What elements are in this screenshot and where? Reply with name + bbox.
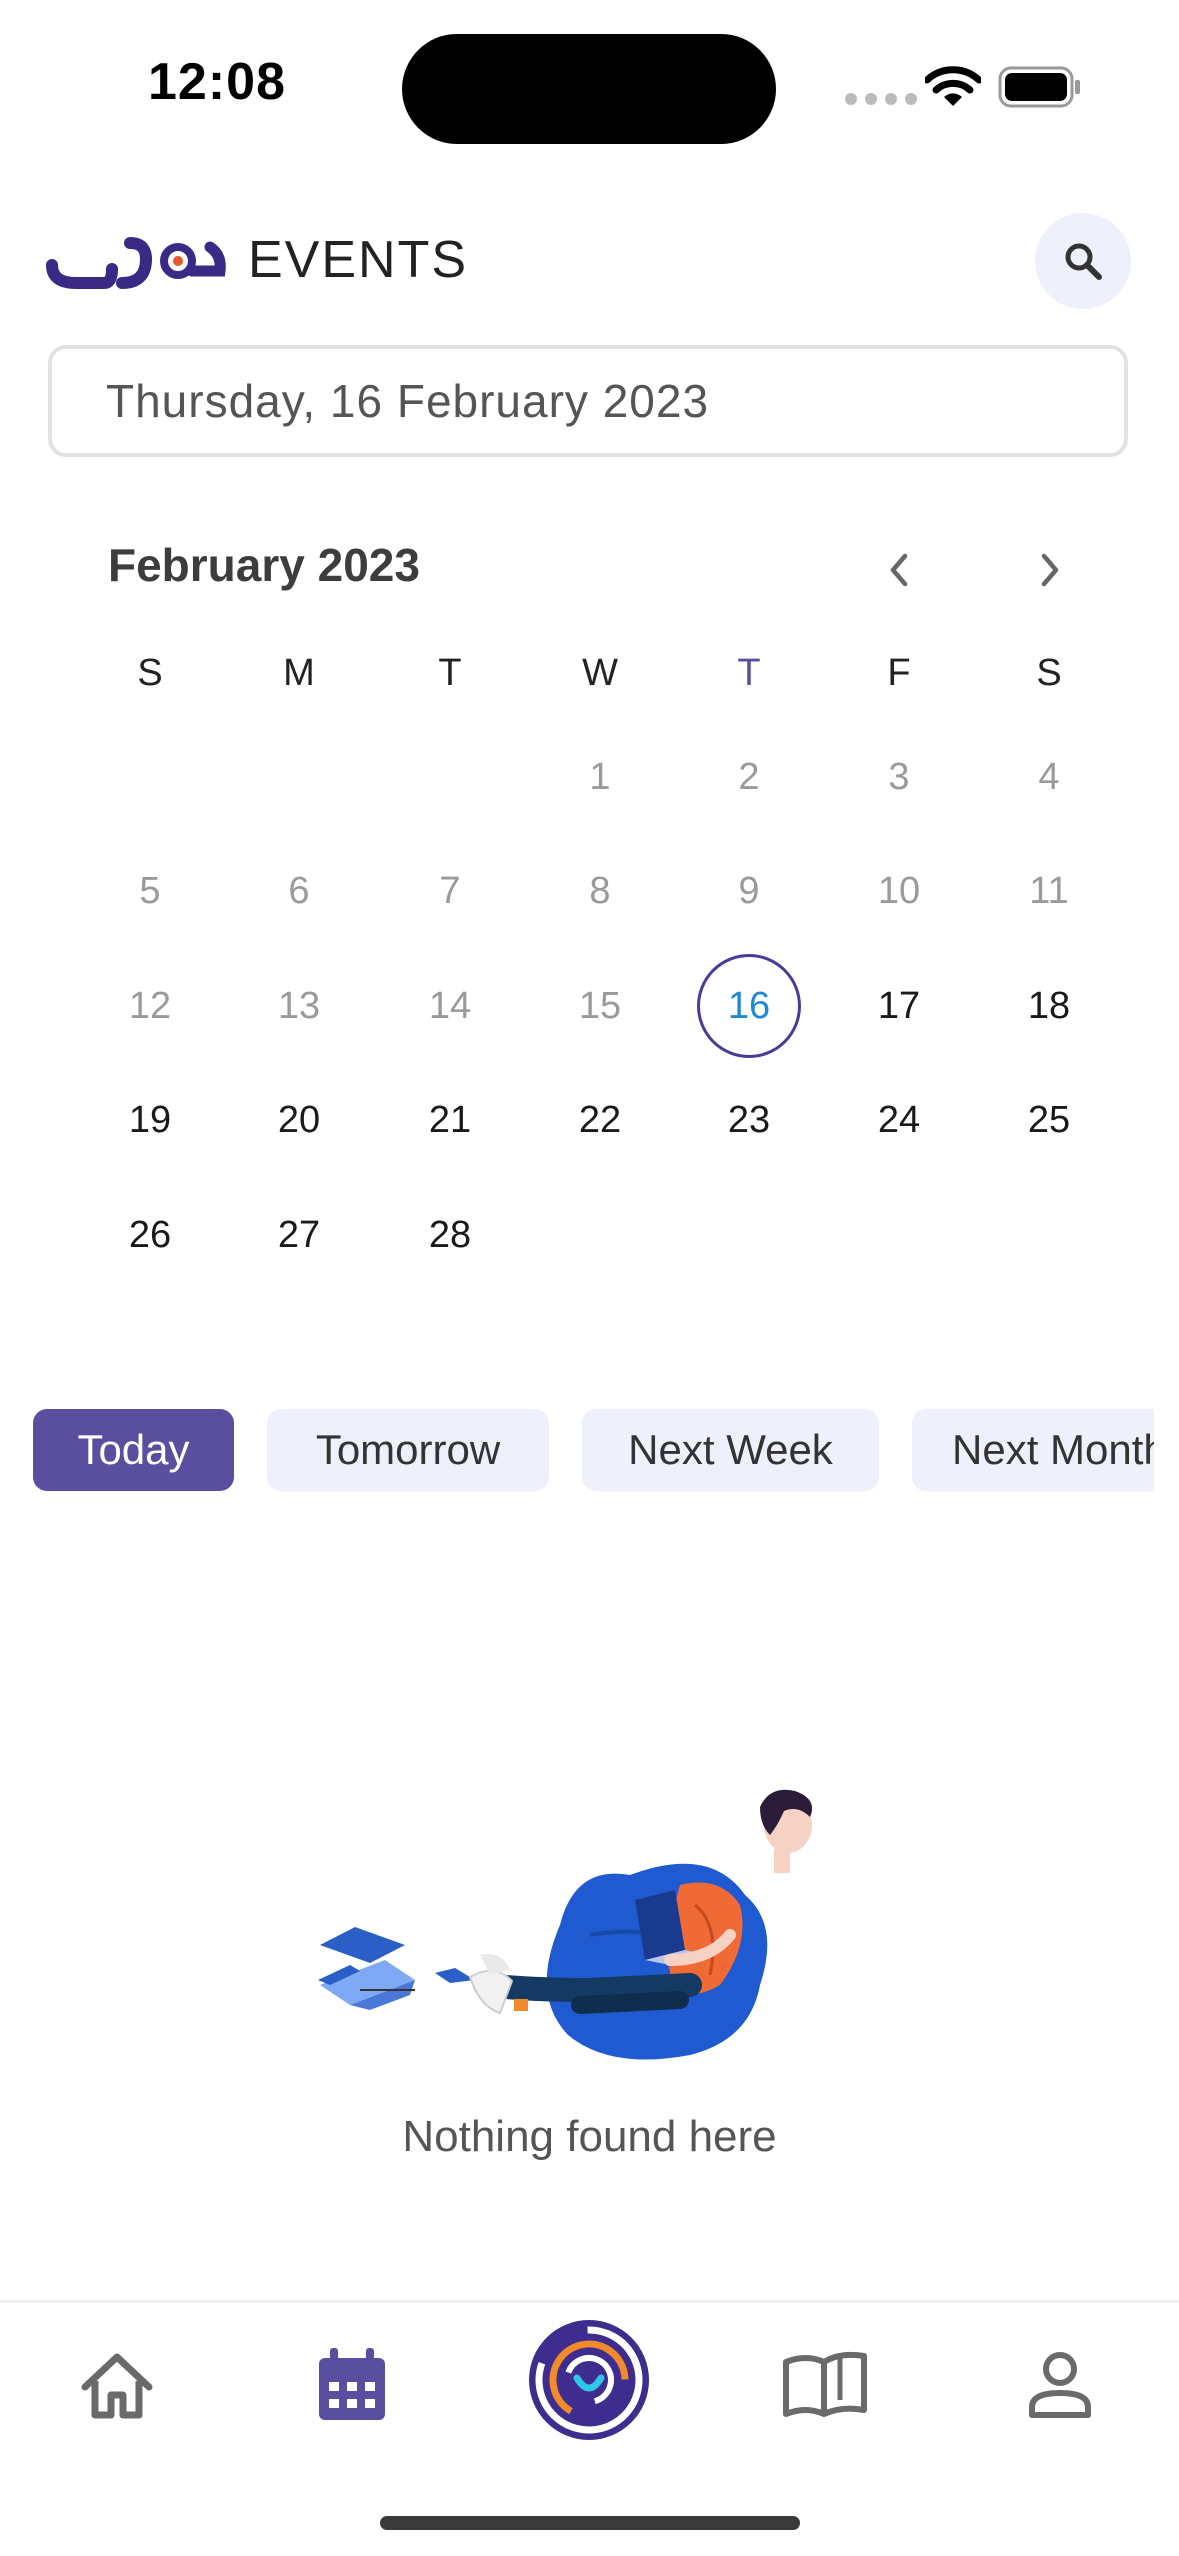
search-button[interactable]	[1035, 213, 1131, 309]
calendar-day: 2	[738, 755, 760, 798]
previous-month-button[interactable]	[864, 535, 934, 605]
next-month-button[interactable]	[1015, 535, 1085, 605]
bottom-nav-divider	[0, 2300, 1179, 2303]
calendar-day: 13	[277, 984, 321, 1027]
wifi-icon	[925, 66, 981, 106]
calendar-day: 9	[738, 869, 760, 912]
calendar-day: 14	[428, 984, 472, 1027]
calendar-day: 5	[139, 869, 161, 912]
weekday-tue: T	[438, 652, 462, 694]
weekday-sat: S	[1036, 652, 1062, 694]
selected-date-field[interactable]: Thursday, 16 February 2023	[48, 345, 1128, 457]
empty-state-illustration	[318, 1789, 813, 2060]
calendar-day: 1	[589, 755, 611, 798]
calendar-day: 6	[288, 869, 310, 912]
calendar-day[interactable]: 20	[247, 1068, 351, 1172]
calendar-day: 7	[439, 869, 461, 912]
calendar-day[interactable]: 27	[247, 1183, 351, 1287]
app-logo-icon	[529, 2320, 649, 2440]
calendar-month-label: February 2023	[108, 539, 420, 591]
calendar-day: 11	[1029, 869, 1069, 912]
filter-chip-next-week[interactable]: Next Week	[582, 1409, 879, 1491]
calendar-day: 10	[877, 869, 921, 912]
nav-profile[interactable]	[1005, 2330, 1115, 2440]
calendar-day[interactable]: 18	[997, 954, 1101, 1058]
calendar-day[interactable]: 19	[98, 1068, 202, 1172]
weekday-sun: S	[137, 652, 163, 694]
calendar-day[interactable]: 26	[98, 1183, 202, 1287]
empty-state-message: Nothing found here	[402, 2112, 777, 2161]
dynamic-island	[402, 34, 776, 144]
chevron-left-icon	[890, 553, 908, 587]
search-icon	[1065, 243, 1102, 280]
home-indicator	[380, 2516, 800, 2530]
calendar-icon	[319, 2348, 385, 2420]
calendar-day: 4	[1038, 755, 1060, 798]
calendar-day-selected[interactable]: 16	[697, 954, 801, 1058]
battery-icon	[998, 66, 1080, 108]
calendar-day: 3	[888, 755, 910, 798]
calendar-day[interactable]: 23	[697, 1068, 801, 1172]
profile-icon	[1029, 2352, 1091, 2418]
nav-library[interactable]	[770, 2330, 880, 2440]
nav-events[interactable]	[297, 2330, 407, 2440]
weekday-wed: W	[582, 652, 618, 694]
chevron-right-icon	[1041, 553, 1059, 587]
home-icon	[81, 2353, 153, 2419]
weekday-mon: M	[283, 652, 315, 694]
weekday-fri: F	[887, 652, 911, 694]
nav-home[interactable]	[62, 2330, 172, 2440]
calendar-day[interactable]: 22	[548, 1068, 652, 1172]
cellular-signal-icon	[845, 93, 917, 105]
weekday-thu: T	[737, 652, 761, 694]
calendar-day: 12	[128, 984, 172, 1027]
nav-app-logo[interactable]	[524, 2315, 654, 2445]
filter-chip-today[interactable]: Today	[33, 1409, 234, 1491]
book-icon	[783, 2351, 867, 2417]
status-time: 12:08	[148, 53, 286, 111]
filter-chip-next-month[interactable]: Next Month	[912, 1409, 1154, 1491]
calendar-day: 8	[589, 869, 611, 912]
calendar-day[interactable]: 24	[847, 1068, 951, 1172]
calendar-day[interactable]: 28	[398, 1183, 502, 1287]
calendar-day[interactable]: 25	[997, 1068, 1101, 1172]
brand-logo	[46, 237, 226, 289]
calendar-day: 15	[578, 984, 622, 1027]
page-title: EVENTS	[248, 231, 469, 289]
calendar-day[interactable]: 21	[398, 1068, 502, 1172]
filter-chip-tomorrow[interactable]: Tomorrow	[267, 1409, 549, 1491]
calendar-day[interactable]: 17	[847, 954, 951, 1058]
